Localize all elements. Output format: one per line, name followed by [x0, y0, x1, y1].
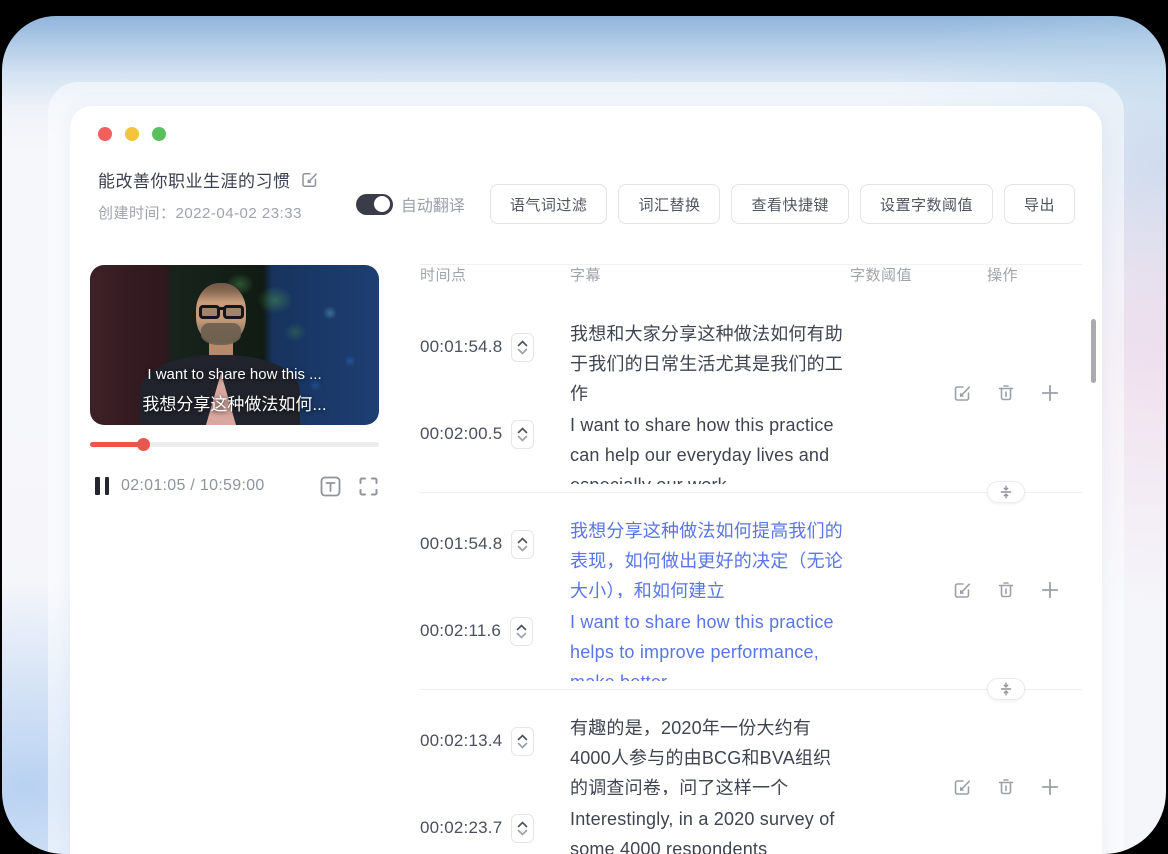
subtitle-text[interactable]: 我想分享这种做法如何提高我们的表现，如何做出更好的决定（无论大小），和如何建立: [570, 516, 846, 598]
add-icon[interactable]: [1040, 777, 1060, 797]
edit-icon[interactable]: [952, 580, 972, 600]
delete-icon[interactable]: [996, 777, 1016, 797]
screen-background: 能改善你职业生涯的习惯 创建时间：2022-04-02 23:33 自动翻译 语…: [2, 16, 1166, 854]
time-cell: 00:02:00.5: [420, 410, 570, 488]
subtitle-text[interactable]: Interestingly, in a 2020 survey of some …: [570, 804, 846, 854]
subtitle-group: 00:02:13.4 有趣的是，2020年一份大约有4000人参与的由BCG和B…: [420, 705, 1086, 854]
add-icon[interactable]: [1040, 580, 1060, 600]
subtitle-group: 00:01:54.8 我想和大家分享这种做法如何有助于我们的日常生活尤其是我们的…: [420, 311, 1086, 508]
header-divider: [420, 264, 1082, 265]
group-divider: [420, 689, 1082, 690]
time-stepper[interactable]: [511, 814, 535, 843]
app-window: 能改善你职业生涯的习惯 创建时间：2022-04-02 23:33 自动翻译 语…: [70, 106, 1102, 854]
progress-handle[interactable]: [136, 438, 150, 451]
set-threshold-button[interactable]: 设置字数阈值: [859, 184, 993, 224]
subtitle-table: 时间点 字幕 字数阈值 操作 00:01:54.8 我想和大家分享这种做法如何有…: [420, 256, 1086, 854]
subtitle-text-icon[interactable]: [319, 475, 342, 498]
col-header-actions: 操作: [987, 267, 1019, 284]
word-replace-button[interactable]: 词汇替换: [618, 184, 721, 224]
subtitle-groups: 00:01:54.8 我想和大家分享这种做法如何有助于我们的日常生活尤其是我们的…: [420, 311, 1086, 854]
row-actions: [952, 580, 1060, 600]
speaker-beard: [201, 323, 241, 345]
merge-rows-button[interactable]: [987, 678, 1025, 700]
video-subtitle-chinese: 我想分享这种做法如何...: [142, 395, 327, 414]
col-header-threshold: 字数阈值: [850, 267, 913, 284]
timestamp: 00:02:13.4: [420, 731, 503, 750]
time-stepper[interactable]: [510, 617, 534, 646]
col-header-time: 时间点: [420, 267, 467, 284]
time-cell: 00:02:11.6: [420, 607, 570, 685]
time-stepper[interactable]: [511, 530, 535, 559]
window-controls: [98, 127, 166, 141]
delete-icon[interactable]: [996, 580, 1016, 600]
auto-translate-label: 自动翻译: [400, 198, 465, 215]
time-cell: 00:02:13.4: [420, 713, 570, 804]
created-time-label: 创建时间：2022-04-02 23:33: [98, 205, 302, 222]
edit-icon[interactable]: [952, 383, 972, 403]
header: 能改善你职业生涯的习惯: [98, 167, 319, 192]
time-cell: 00:02:23.7: [420, 804, 570, 854]
minimize-window-button[interactable]: [125, 127, 139, 141]
edit-icon[interactable]: [952, 777, 972, 797]
time-cell: 00:01:54.8: [420, 516, 570, 607]
table-scrollbar-thumb[interactable]: [1091, 319, 1096, 383]
maximize-window-button[interactable]: [152, 127, 166, 141]
subtitle-text[interactable]: I want to share how this practice helps …: [570, 607, 846, 681]
table-row[interactable]: 00:02:11.6 I want to share how this prac…: [420, 607, 1086, 685]
speaker-glasses: [194, 305, 248, 320]
subtitle-text[interactable]: I want to share how this practice can he…: [570, 410, 846, 484]
timestamp: 00:02:23.7: [420, 818, 503, 837]
subtitle-text[interactable]: 有趣的是，2020年一份大约有4000人参与的由BCG和BVA组织的调查问卷，问…: [570, 713, 846, 795]
col-header-subtitle: 字幕: [570, 267, 602, 284]
video-progress-bar[interactable]: [90, 438, 379, 451]
filler-filter-button[interactable]: 语气词过滤: [489, 184, 608, 224]
toolbar: 自动翻译 语气词过滤 词汇替换 查看快捷键 设置字数阈值 导出: [355, 184, 1075, 224]
auto-translate-toggle[interactable]: [355, 193, 393, 215]
row-actions: [952, 383, 1060, 403]
player-controls: 02:01:05 / 10:59:00: [90, 472, 379, 500]
playback-time: 02:01:05 / 10:59:00: [121, 477, 265, 494]
timestamp: 00:02:11.6: [420, 621, 502, 640]
timestamp: 00:01:54.8: [420, 337, 503, 356]
edit-title-icon[interactable]: [300, 170, 319, 189]
time-stepper[interactable]: [511, 333, 535, 362]
toggle-knob: [374, 196, 391, 212]
view-shortcuts-button[interactable]: 查看快捷键: [731, 184, 849, 224]
subtitle-group: 00:01:54.8 我想分享这种做法如何提高我们的表现，如何做出更好的决定（无…: [420, 508, 1086, 705]
subtitle-text[interactable]: 我想和大家分享这种做法如何有助于我们的日常生活尤其是我们的工作: [570, 319, 846, 401]
close-window-button[interactable]: [98, 127, 112, 141]
time-stepper[interactable]: [511, 420, 535, 449]
video-preview[interactable]: I want to share how this ... 我想分享这种做法如何.…: [90, 265, 379, 425]
group-divider: [420, 492, 1082, 493]
time-cell: 00:01:54.8: [420, 319, 570, 410]
time-stepper[interactable]: [511, 727, 535, 756]
merge-rows-button[interactable]: [987, 481, 1025, 503]
table-row[interactable]: 00:02:23.7 Interestingly, in a 2020 surv…: [420, 804, 1086, 854]
timestamp: 00:01:54.8: [420, 534, 503, 553]
video-subtitle-english: I want to share how this ...: [147, 366, 322, 383]
progress-fill: [90, 442, 143, 447]
export-button[interactable]: 导出: [1003, 184, 1075, 224]
delete-icon[interactable]: [996, 383, 1016, 403]
page-title: 能改善你职业生涯的习惯: [98, 172, 291, 191]
timestamp: 00:02:00.5: [420, 424, 503, 443]
row-actions: [952, 777, 1060, 797]
table-header: 时间点 字幕 字数阈值 操作: [420, 256, 1086, 297]
table-row[interactable]: 00:02:00.5 I want to share how this prac…: [420, 410, 1086, 488]
add-icon[interactable]: [1040, 383, 1060, 403]
pause-button[interactable]: [95, 477, 109, 495]
auto-translate-toggle-group: 自动翻译: [355, 192, 465, 216]
fullscreen-icon[interactable]: [358, 476, 379, 497]
